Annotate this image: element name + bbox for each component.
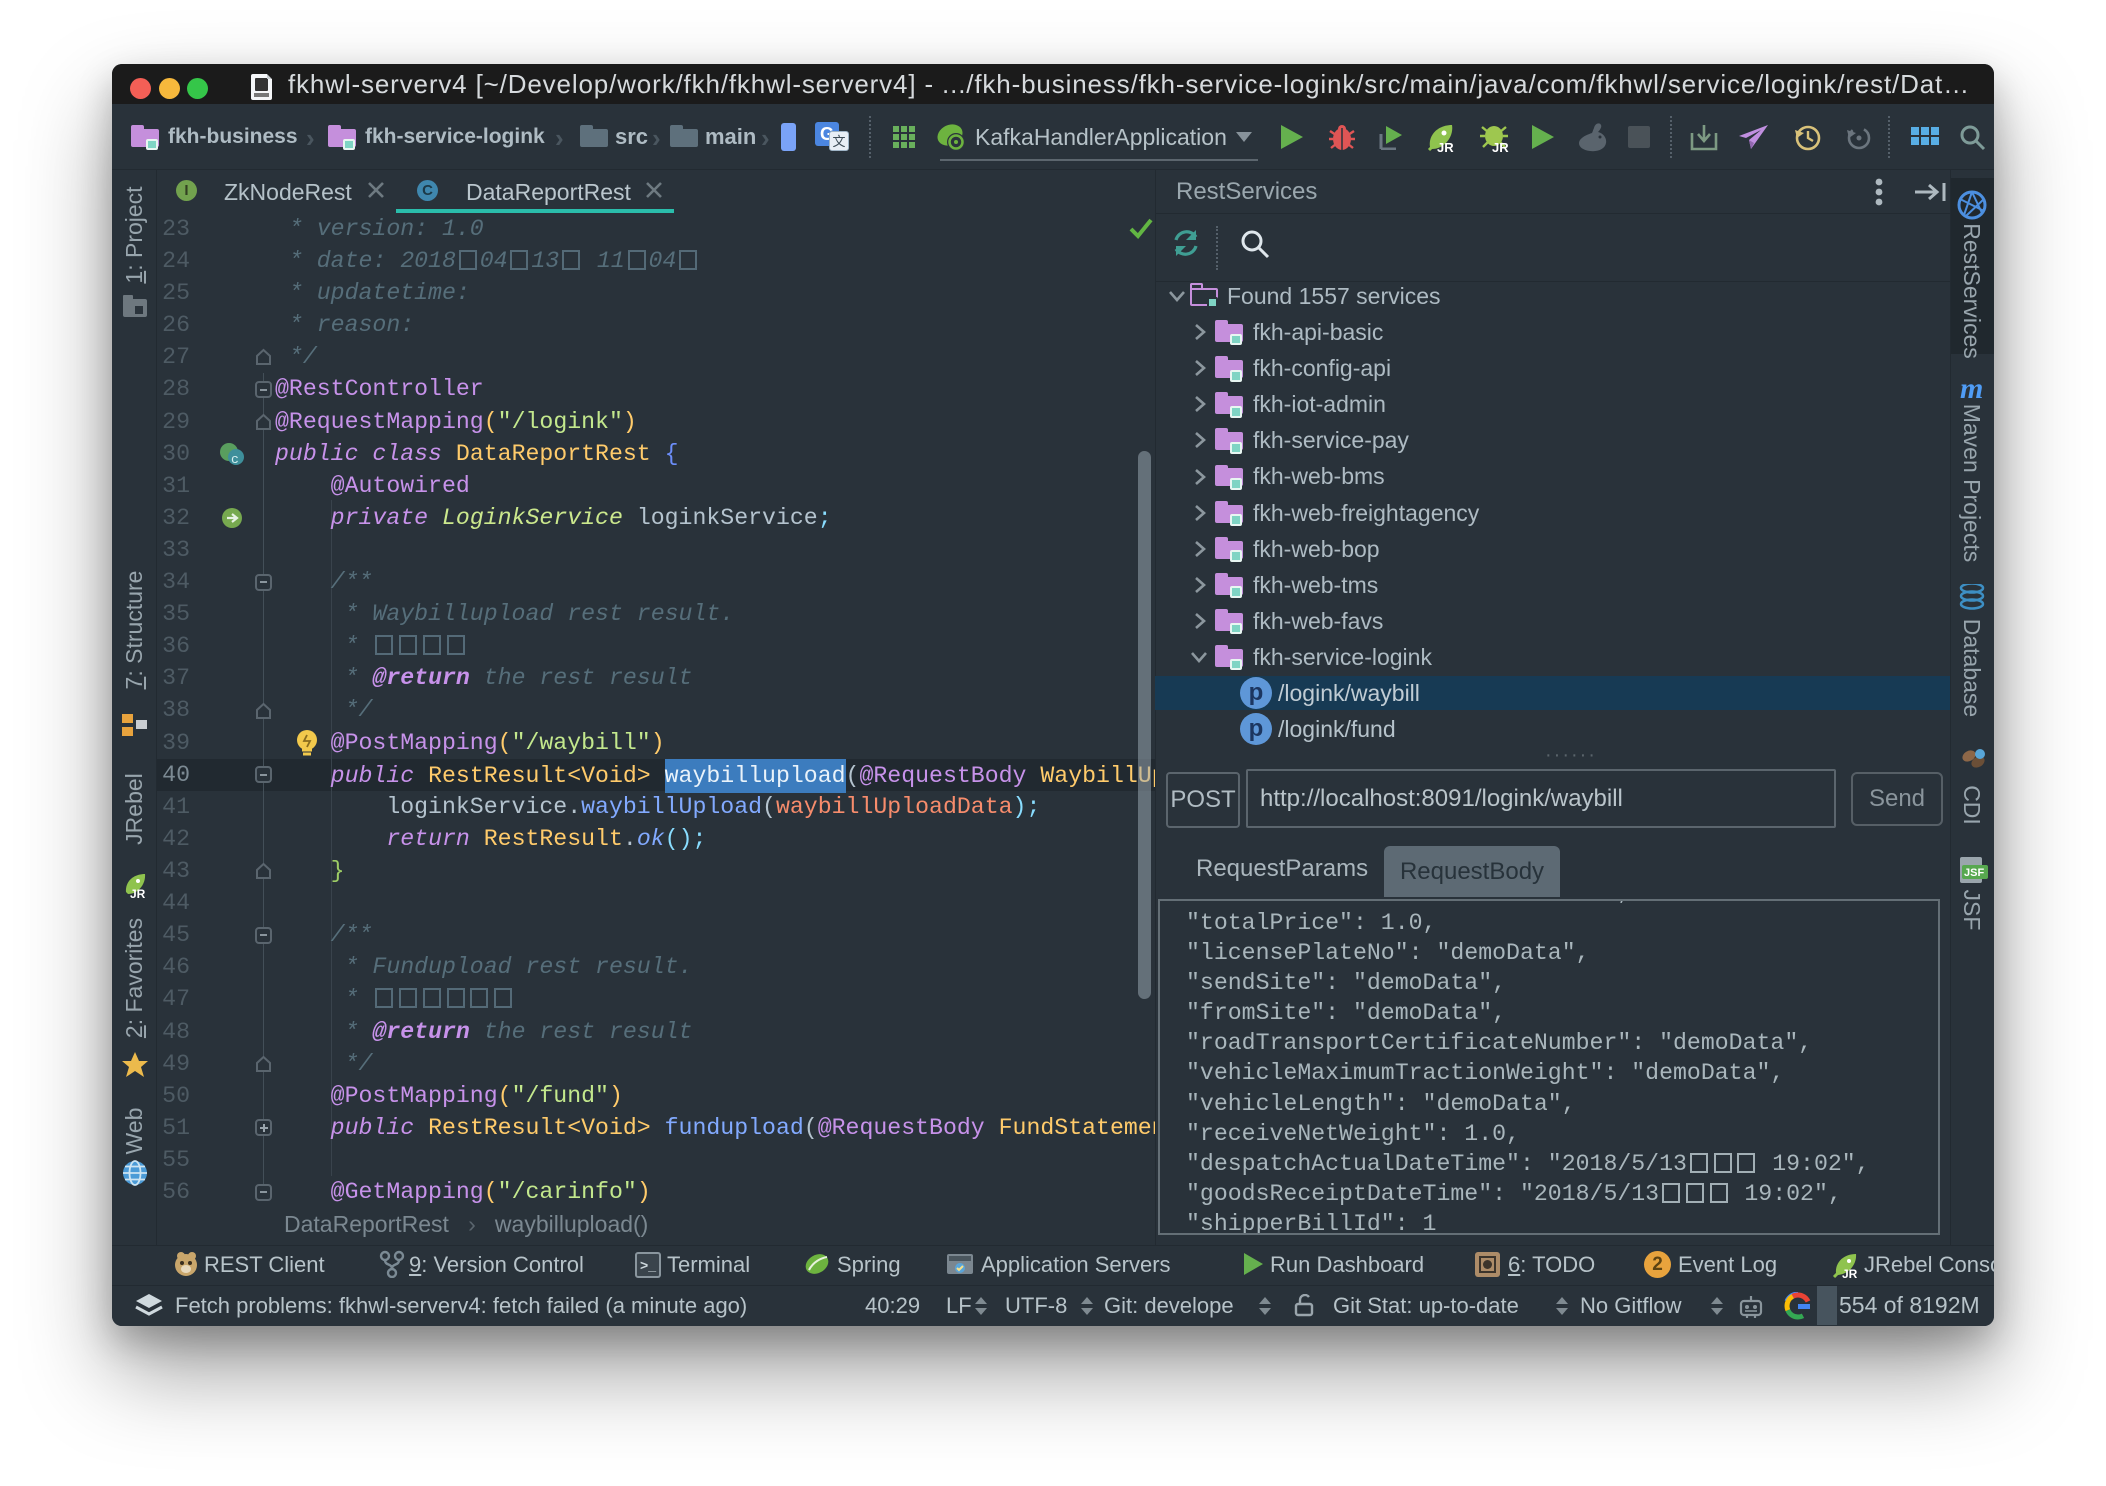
svg-text:c: c	[231, 452, 239, 466]
svg-text:JR: JR	[1437, 140, 1454, 153]
svg-text:JR: JR	[1842, 1267, 1858, 1279]
svg-text:JR: JR	[1492, 140, 1509, 153]
